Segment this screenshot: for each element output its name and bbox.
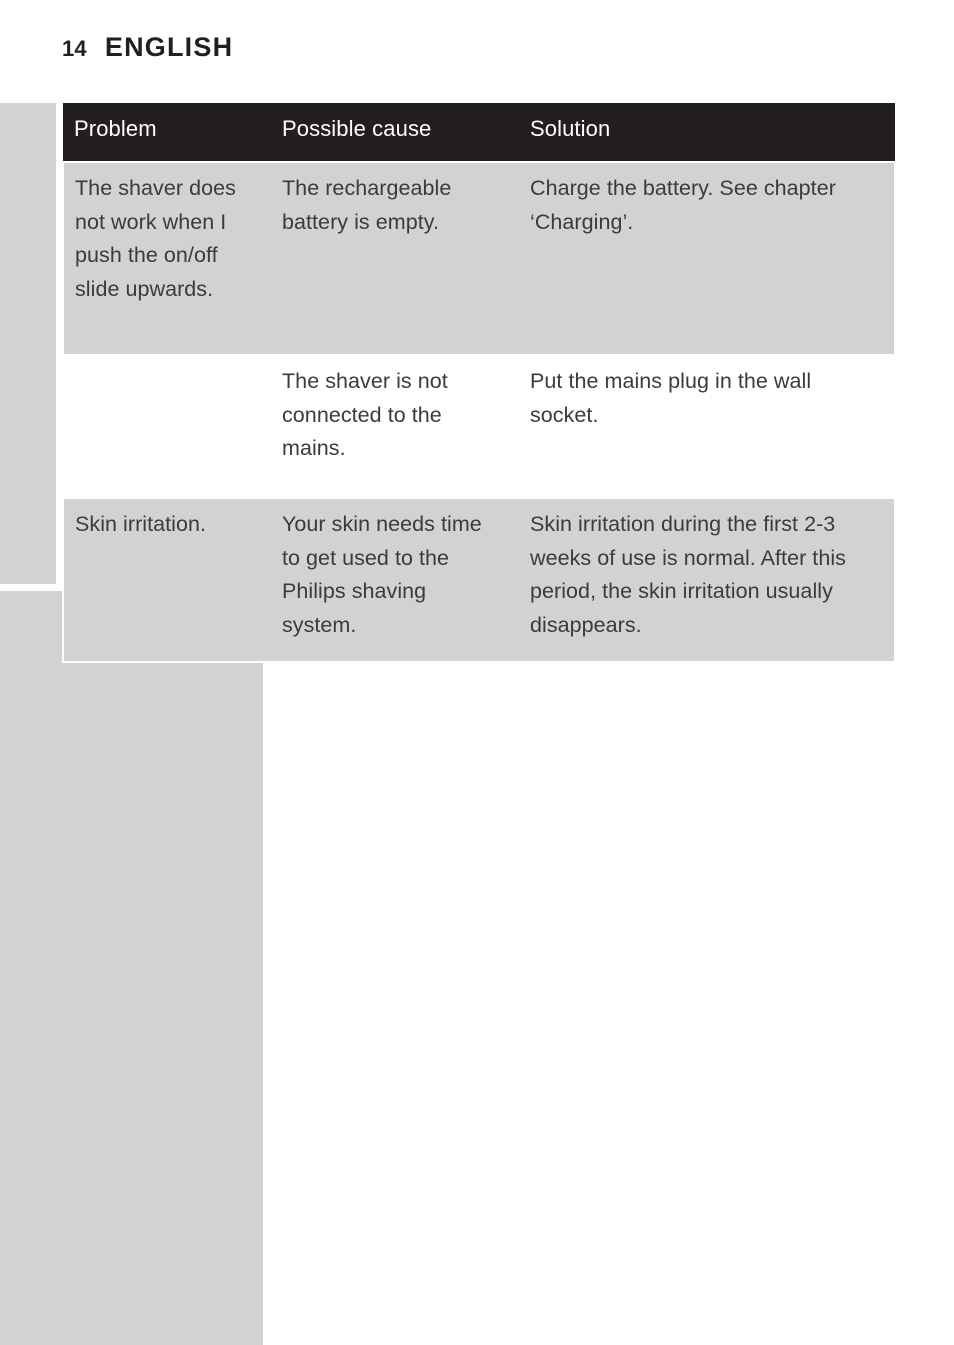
column-header-solution: Solution <box>519 103 895 162</box>
running-head: 14 ENGLISH <box>62 32 233 63</box>
cell-cause: The shaver is not connected to the mains… <box>271 355 519 498</box>
cell-solution: Put the mains plug in the wall socket. <box>519 355 895 498</box>
page-lower-decorative-block <box>0 591 263 1345</box>
table-header: Problem Possible cause Solution <box>63 103 895 162</box>
table-row: Skin irritation. Your skin needs time to… <box>62 497 896 663</box>
cell-solution: Charge the battery. See chapter ‘Chargin… <box>519 161 896 356</box>
page-edge-band <box>0 103 56 584</box>
column-header-problem: Problem <box>63 103 271 162</box>
troubleshooting-table: Problem Possible cause Solution The shav… <box>62 103 896 663</box>
page-number: 14 <box>62 36 87 61</box>
table-row: The shaver does not work when I push the… <box>62 161 896 356</box>
chapter-title: ENGLISH <box>104 32 234 62</box>
cell-problem <box>63 355 271 498</box>
table-body: The shaver does not work when I push the… <box>62 161 896 663</box>
cell-solution: Skin irritation during the first 2-3 wee… <box>519 497 896 663</box>
cell-cause: The rechargeable battery is empty. <box>271 161 519 356</box>
cell-problem: The shaver does not work when I push the… <box>62 161 271 356</box>
cell-cause: Your skin needs time to get used to the … <box>271 497 519 663</box>
column-header-possible-cause: Possible cause <box>271 103 519 162</box>
cell-problem: Skin irritation. <box>62 497 271 663</box>
table-header-row: Problem Possible cause Solution <box>63 103 895 162</box>
table-row: The shaver is not connected to the mains… <box>63 355 895 498</box>
